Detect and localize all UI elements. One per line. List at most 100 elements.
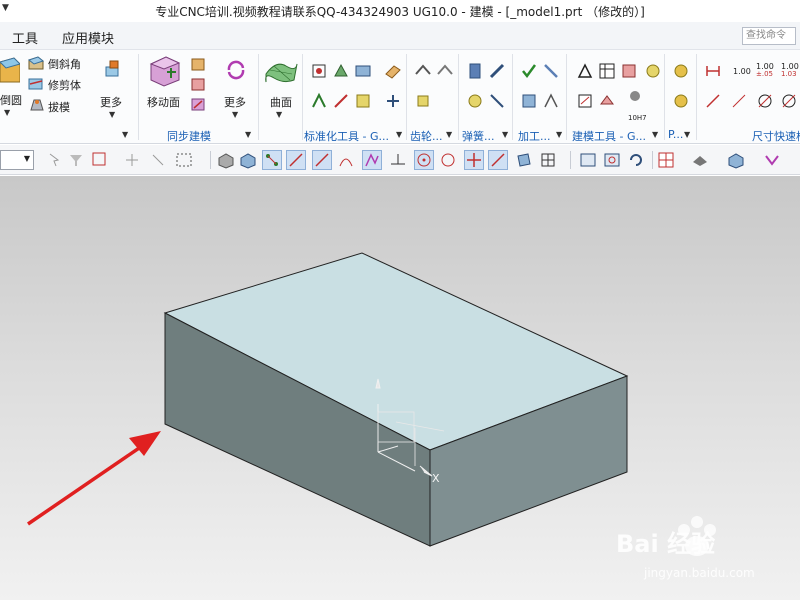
more-sync-label[interactable]: 更多 <box>224 94 246 110</box>
toolbar-curve-icon[interactable] <box>336 150 356 170</box>
chamfer-icon[interactable] <box>28 56 44 70</box>
toolbar-shaded-icon[interactable] <box>216 150 236 170</box>
toolbar-face-snap-icon[interactable] <box>514 150 534 170</box>
toolbar-rotate-icon[interactable] <box>626 150 646 170</box>
toolbar-tangent-icon[interactable] <box>388 150 408 170</box>
machining-tool-1-icon[interactable] <box>520 62 538 80</box>
gear-tool-2-icon[interactable] <box>436 62 454 80</box>
toolbar-general-icon[interactable] <box>122 150 142 170</box>
edge-blend-icon[interactable] <box>0 56 20 84</box>
dim-label-1[interactable]: 1.00 <box>733 67 751 76</box>
modeling-group-dropdown-icon[interactable]: ▼ <box>652 130 658 139</box>
p-tool-1-icon[interactable] <box>672 62 690 80</box>
sync-group-dropdown-icon[interactable]: ▼ <box>245 130 251 139</box>
toolbar-center-snap-icon[interactable] <box>414 150 434 170</box>
std-tool-1-icon[interactable] <box>310 62 328 80</box>
move-face-label[interactable]: 移动面 <box>147 94 180 110</box>
more-sync-dropdown-icon[interactable]: ▼ <box>232 110 238 119</box>
toolbar-render-style-icon[interactable] <box>726 150 746 170</box>
model-tool-4-icon[interactable] <box>644 62 662 80</box>
std-tool-3-icon[interactable] <box>354 62 372 80</box>
dim-label-5: 1.03 <box>781 70 797 78</box>
toolbar-polyline-snap-icon[interactable] <box>362 150 382 170</box>
toolbar-display-style-icon[interactable] <box>690 150 710 170</box>
spring-tool-3-icon[interactable] <box>466 92 484 110</box>
toolbar-fit-icon[interactable] <box>578 150 598 170</box>
fit-tolerance-icon[interactable] <box>624 88 646 114</box>
combo-dropdown-icon[interactable]: ▼ <box>24 154 30 163</box>
p-group-dropdown-icon[interactable]: ▼ <box>684 130 690 139</box>
diameter-icon[interactable] <box>756 92 774 110</box>
std-tool-6-icon[interactable] <box>332 92 350 110</box>
p-tool-2-icon[interactable] <box>672 92 690 110</box>
more-features-icon[interactable] <box>102 58 124 80</box>
toolbar-line-snap-icon[interactable] <box>312 150 332 170</box>
std-tool-7-icon[interactable] <box>354 92 372 110</box>
model-tool-5-icon[interactable] <box>576 92 594 110</box>
sync-tool-2-icon[interactable] <box>190 76 206 92</box>
spring-group-dropdown-icon[interactable]: ▼ <box>502 130 508 139</box>
std-tool-5-icon[interactable] <box>310 92 328 110</box>
toolbar-on-curve-snap-icon[interactable] <box>488 150 508 170</box>
more-features-dropdown-icon[interactable]: ▼ <box>109 110 115 119</box>
surface-label[interactable]: 曲面 <box>270 94 292 110</box>
draft-icon[interactable] <box>28 97 44 111</box>
table-icon[interactable] <box>598 62 616 80</box>
more-sync-icon[interactable] <box>224 58 248 82</box>
std-tool-2-icon[interactable] <box>332 62 350 80</box>
model-canvas[interactable]: X Bai 经验 jingyan.baidu.com <box>0 176 800 600</box>
gear-group-dropdown-icon[interactable]: ▼ <box>446 130 452 139</box>
surface-icon[interactable] <box>264 56 298 86</box>
move-face-icon[interactable] <box>148 54 182 88</box>
window-title: 专业CNC培训.视频教程请联系QQ-434324903 UG10.0 - 建模 … <box>155 5 645 19</box>
gear-tool-3-icon[interactable] <box>414 92 432 110</box>
toolbar-orient-view-icon[interactable] <box>656 150 676 170</box>
feature-group-dropdown-icon[interactable]: ▼ <box>122 130 128 139</box>
draft-label[interactable]: 拔模 <box>48 99 70 115</box>
edge-blend-label[interactable]: 倒圆 <box>0 92 22 108</box>
menu-tools[interactable]: 工具 <box>12 28 38 47</box>
toolbar-show-hide-icon[interactable] <box>762 150 782 170</box>
triangle-icon[interactable] <box>576 62 594 80</box>
spring-tool-1-icon[interactable] <box>466 62 484 80</box>
toolbar-quadrant-icon[interactable] <box>438 150 458 170</box>
sync-tool-1-icon[interactable] <box>190 56 206 72</box>
toolbar-zoom-icon[interactable] <box>602 150 622 170</box>
std-tool-8-icon[interactable] <box>384 92 402 110</box>
chamfer-label[interactable]: 倒斜角 <box>48 56 81 72</box>
more-features-label[interactable]: 更多 <box>100 94 122 110</box>
spring-tool-2-icon[interactable] <box>488 62 506 80</box>
filter-combo[interactable]: ▼ <box>0 150 34 170</box>
model-tool-6-icon[interactable] <box>598 92 616 110</box>
surface-dropdown-icon[interactable]: ▼ <box>276 110 282 119</box>
toolbar-intersection-snap-icon[interactable] <box>464 150 484 170</box>
dim-tool-3-icon[interactable] <box>730 92 748 110</box>
gear-tool-1-icon[interactable] <box>414 62 432 80</box>
menu-application[interactable]: 应用模块 <box>62 28 114 47</box>
dim-tool-1-icon[interactable] <box>704 62 722 80</box>
toolbar-endpoint-snap-icon[interactable] <box>262 150 282 170</box>
graphics-viewport[interactable]: X Bai 经验 jingyan.baidu.com <box>0 176 800 600</box>
std-tool-4-icon[interactable] <box>384 62 402 80</box>
model-tool-3-icon[interactable] <box>620 62 638 80</box>
std-group-dropdown-icon[interactable]: ▼ <box>396 130 402 139</box>
toolbar-select-all-icon[interactable] <box>148 150 168 170</box>
toolbar-select-icon[interactable] <box>44 150 64 170</box>
trim-body-label[interactable]: 修剪体 <box>48 77 81 93</box>
command-search-input[interactable]: 查找命令 <box>742 27 796 45</box>
diameter-2-icon[interactable] <box>780 92 798 110</box>
machining-group-dropdown-icon[interactable]: ▼ <box>556 130 562 139</box>
toolbar-snap-icon[interactable] <box>90 150 110 170</box>
sync-tool-3-icon[interactable] <box>190 96 206 112</box>
toolbar-filter-icon[interactable] <box>66 150 86 170</box>
toolbar-wireframe-icon[interactable] <box>238 150 258 170</box>
machining-tool-3-icon[interactable] <box>520 92 538 110</box>
toolbar-rectangle-select-icon[interactable] <box>174 150 194 170</box>
toolbar-grid-icon[interactable] <box>538 150 558 170</box>
machining-tool-4-icon[interactable] <box>542 92 560 110</box>
dim-tool-2-icon[interactable] <box>704 92 722 110</box>
toolbar-midpoint-snap-icon[interactable] <box>286 150 306 170</box>
spring-tool-4-icon[interactable] <box>488 92 506 110</box>
machining-tool-2-icon[interactable] <box>542 62 560 80</box>
trim-body-icon[interactable] <box>28 76 44 90</box>
